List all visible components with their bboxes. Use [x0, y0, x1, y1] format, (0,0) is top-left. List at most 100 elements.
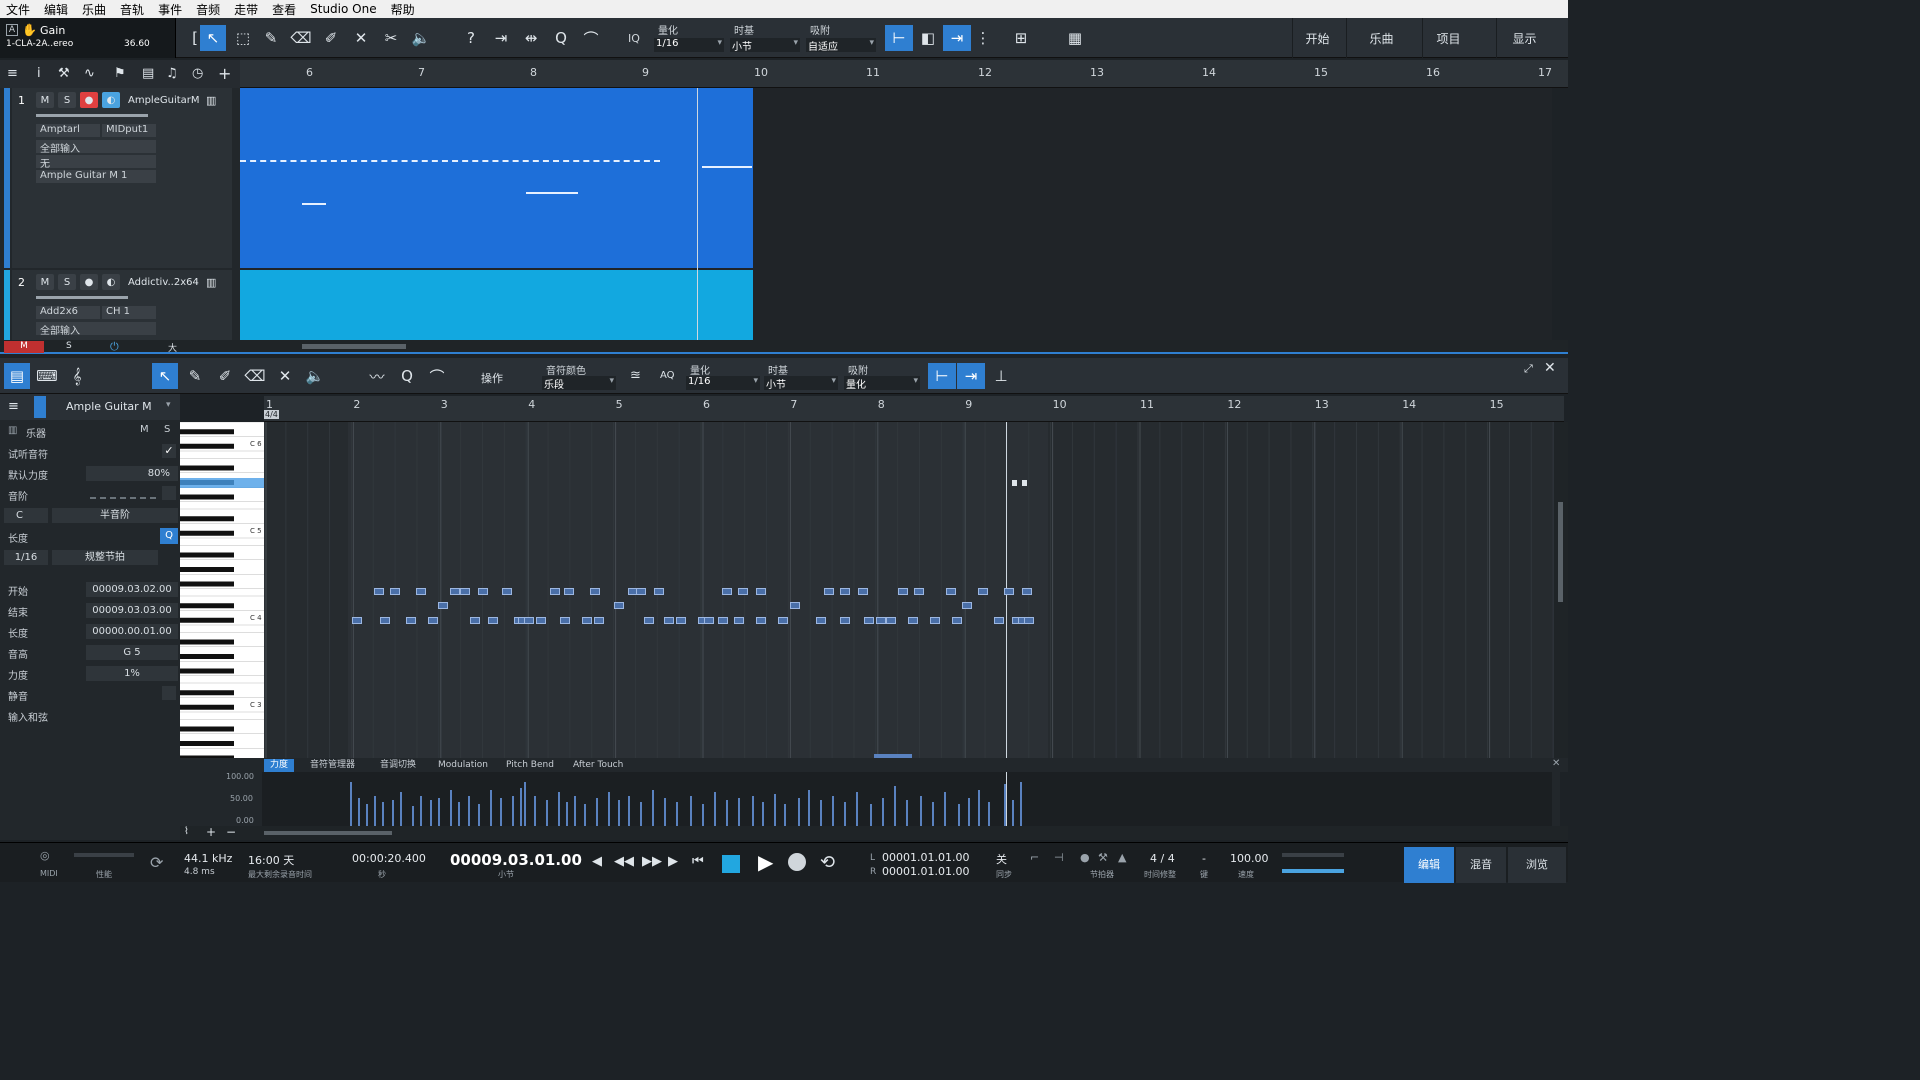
- velocity-bar[interactable]: [988, 802, 990, 826]
- note[interactable]: [718, 617, 728, 624]
- velocity-bar[interactable]: [774, 794, 776, 826]
- note[interactable]: [550, 588, 560, 595]
- note[interactable]: [390, 588, 400, 595]
- v-scrollbar-thumb[interactable]: [1558, 502, 1563, 602]
- snap-start-icon[interactable]: ⊢: [885, 25, 913, 51]
- note[interactable]: [450, 588, 460, 595]
- aq-label[interactable]: AQ: [660, 370, 675, 381]
- velocity-bar[interactable]: [808, 790, 810, 826]
- velocity-bar[interactable]: [512, 796, 514, 826]
- timebase-select[interactable]: 小节: [730, 38, 800, 53]
- note[interactable]: [778, 617, 788, 624]
- velocity-bar[interactable]: [584, 804, 586, 826]
- velocity-bar[interactable]: [458, 802, 460, 826]
- velocity-bar[interactable]: [392, 800, 394, 826]
- back-icon[interactable]: ◀: [592, 854, 602, 869]
- note[interactable]: [994, 617, 1004, 624]
- velocity-bar[interactable]: [366, 804, 368, 826]
- piano-keyboard[interactable]: C 6 C 5 C 4 C 3: [180, 422, 264, 758]
- pencil-tool-icon[interactable]: ✎: [258, 25, 284, 51]
- pencil-tool-icon[interactable]: ✎: [182, 363, 208, 389]
- listen-tool-icon[interactable]: 🔈: [408, 25, 434, 51]
- mute-tool-icon[interactable]: ✕: [348, 25, 374, 51]
- loop-icon[interactable]: ⟲: [820, 852, 835, 873]
- velocity-bar[interactable]: [978, 790, 980, 826]
- note[interactable]: [460, 588, 470, 595]
- menu-studio-one[interactable]: Studio One: [304, 2, 384, 16]
- eraser-tool-icon[interactable]: ⌫: [242, 363, 268, 389]
- metronome-icon[interactable]: ▲: [1118, 851, 1126, 864]
- tab-modulation[interactable]: Modulation: [432, 759, 494, 772]
- track-name[interactable]: AmpleGuitarM: [128, 95, 200, 106]
- quantize-select[interactable]: 1/16: [686, 376, 760, 390]
- note[interactable]: [930, 617, 940, 624]
- note[interactable]: [636, 588, 646, 595]
- snap-select[interactable]: 量化: [844, 376, 920, 391]
- black-key[interactable]: [180, 530, 234, 536]
- cursor-follow-icon[interactable]: ⋮: [970, 25, 996, 51]
- solo-button[interactable]: S: [164, 424, 170, 435]
- tracks-icon[interactable]: ▤: [142, 66, 154, 81]
- black-key[interactable]: [180, 567, 234, 572]
- note[interactable]: [722, 588, 732, 595]
- snap-end-icon[interactable]: ⇥: [957, 363, 985, 389]
- velocity-bar[interactable]: [566, 802, 568, 826]
- metronome-dot-icon[interactable]: ●: [1080, 851, 1090, 864]
- note[interactable]: [380, 617, 390, 624]
- snap-start-icon[interactable]: ⊢: [928, 363, 956, 389]
- velocity-bar[interactable]: [430, 800, 432, 826]
- velocity-bar[interactable]: [558, 792, 560, 826]
- tab-song[interactable]: 乐曲: [1346, 18, 1416, 58]
- black-key[interactable]: [180, 494, 234, 500]
- power-icon[interactable]: ⏻: [110, 340, 119, 354]
- automation-curve-icon[interactable]: ∿: [84, 66, 95, 81]
- close-icon[interactable]: ✕: [1552, 758, 1560, 769]
- velocity-bar[interactable]: [906, 800, 908, 826]
- volume-fader[interactable]: [36, 296, 128, 299]
- default-velocity-field[interactable]: 80%: [86, 466, 178, 481]
- fast-forward-icon[interactable]: ▶▶: [642, 854, 662, 869]
- scale-checkbox[interactable]: [162, 486, 176, 500]
- velocity-bar[interactable]: [870, 804, 872, 826]
- expand-icon[interactable]: ⤢: [1524, 362, 1533, 376]
- velocity-bar[interactable]: [382, 802, 384, 826]
- m-button[interactable]: M: [4, 341, 44, 353]
- arrow-tool-icon[interactable]: ↖: [152, 363, 178, 389]
- none-select[interactable]: 无: [36, 155, 156, 170]
- note[interactable]: [816, 617, 826, 624]
- black-key[interactable]: [180, 581, 234, 587]
- note[interactable]: [908, 617, 918, 624]
- transform-icon[interactable]: ⌒: [424, 363, 450, 389]
- line-tool-icon[interactable]: 〰: [364, 363, 390, 389]
- velocity-bar[interactable]: [844, 802, 846, 826]
- key-select[interactable]: C: [4, 508, 48, 523]
- scale-type-select[interactable]: 半音阶: [52, 508, 178, 523]
- pitch-field[interactable]: G 5: [86, 645, 178, 660]
- note[interactable]: [840, 617, 850, 624]
- bend-icon[interactable]: ⇥: [488, 25, 514, 51]
- note[interactable]: [416, 588, 426, 595]
- menu-transport[interactable]: 走带: [228, 1, 266, 18]
- add-lane-icon[interactable]: +: [206, 825, 216, 839]
- velocity-bar[interactable]: [524, 782, 526, 826]
- remove-lane-icon[interactable]: −: [226, 825, 236, 839]
- snap-select[interactable]: 自适应: [806, 38, 876, 53]
- audition-checkbox[interactable]: ✓: [162, 444, 176, 458]
- metronome-settings-icon[interactable]: ⚒: [1098, 851, 1108, 864]
- info-icon[interactable]: i: [37, 66, 41, 81]
- input-select[interactable]: 全部输入: [36, 322, 156, 337]
- output-volume[interactable]: [1282, 869, 1344, 873]
- note[interactable]: [470, 617, 480, 624]
- velocity-bar[interactable]: [358, 798, 360, 826]
- velocity-bar[interactable]: [968, 798, 970, 826]
- velocity-bar[interactable]: [574, 796, 576, 826]
- menu-audio[interactable]: 音频: [190, 1, 228, 18]
- note[interactable]: [428, 617, 438, 624]
- solo-button[interactable]: S: [58, 92, 76, 108]
- note-length-field[interactable]: 00000.00.01.00: [86, 624, 178, 639]
- note[interactable]: [564, 588, 574, 595]
- tab-project[interactable]: 项目: [1422, 18, 1474, 58]
- velocity-bar[interactable]: [520, 788, 522, 826]
- velocity-plot[interactable]: [262, 772, 1552, 826]
- instrument-input[interactable]: Add2x6: [36, 306, 100, 319]
